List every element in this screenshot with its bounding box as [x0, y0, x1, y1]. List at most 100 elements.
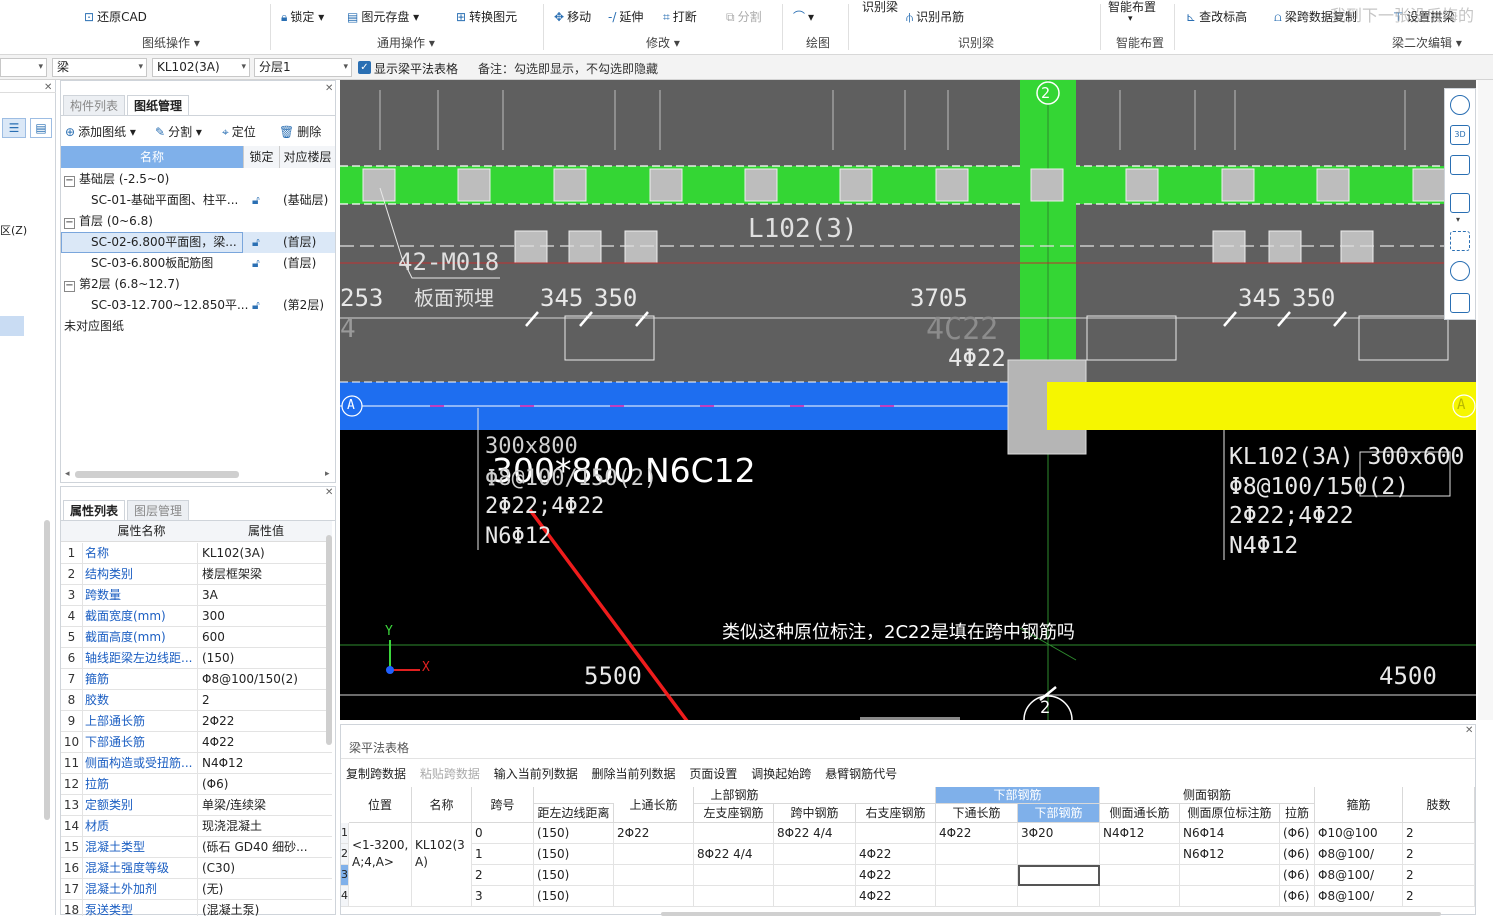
scroll-right-icon[interactable]: ▸	[325, 469, 330, 479]
table-cell-bthru[interactable]: 4Φ22	[936, 823, 1018, 844]
table-cell-left[interactable]	[694, 886, 774, 907]
unlock-icon[interactable]: 🔓︎	[252, 232, 260, 253]
convert-element-button[interactable]: ⊞ 转换图元	[456, 8, 517, 25]
table-cell-stir[interactable]: Φ8@100/	[1315, 886, 1403, 907]
element-name-combo[interactable]: KL102(3A) ▾	[152, 58, 250, 77]
column-header-bot-through[interactable]: 下通长筋	[936, 804, 1018, 823]
element-type-combo[interactable]: 梁 ▾	[52, 58, 147, 77]
column-header-legs[interactable]: 肢数	[1403, 787, 1475, 823]
property-value[interactable]: (C30)	[202, 858, 330, 878]
property-scrollbar[interactable]	[326, 535, 332, 745]
property-value[interactable]: 楼层框架梁	[202, 564, 330, 584]
drawing-ops-group[interactable]: 图纸操作 ▾	[142, 34, 200, 51]
property-row[interactable]: 10 下部通长筋 4Φ22	[61, 732, 332, 753]
table-cell-span[interactable]: 1	[472, 844, 534, 865]
table-cell-tie[interactable]: (Φ6)	[1280, 823, 1315, 844]
list-view-icon[interactable]: ☰	[2, 118, 26, 138]
column-header-span[interactable]: 跨号	[472, 787, 534, 823]
move-button[interactable]: ✥ 移动	[554, 8, 591, 25]
tab-layer-management[interactable]: 图层管理	[127, 500, 190, 520]
cantilever-code-button[interactable]: 悬臂钢筋代号	[825, 767, 897, 781]
tree-group-row[interactable]: − 基础层 (-2.5~0)	[61, 169, 335, 190]
property-row[interactable]: 12 拉筋 (Φ6)	[61, 774, 332, 795]
extend-button[interactable]: -/延伸	[608, 8, 643, 25]
table-cell-sthru[interactable]	[1100, 865, 1180, 886]
table-cell-top[interactable]	[614, 865, 694, 886]
copy-span-button[interactable]: 复制跨数据	[346, 767, 406, 781]
tree-drawing-row-selected[interactable]: SC-02-6.800平面图，梁... 🔓︎ (首层)	[61, 232, 335, 253]
cube-view-icon[interactable]	[1450, 193, 1470, 213]
split-button[interactable]: ⧉ 分割	[726, 8, 762, 25]
smart-layout-dropdown-icon[interactable]: ▾	[1128, 14, 1133, 24]
common-ops-group[interactable]: 通用操作 ▾	[377, 34, 435, 51]
table-cell-tie[interactable]: (Φ6)	[1280, 886, 1315, 907]
smart-layout-button[interactable]: 智能布置	[1108, 0, 1156, 15]
table-cell-left[interactable]	[694, 865, 774, 886]
property-value[interactable]: 2Φ22	[202, 711, 330, 731]
break-button[interactable]: ⌗ 打断	[663, 8, 697, 25]
property-value[interactable]: 3A	[202, 585, 330, 605]
column-header-position[interactable]: 位置	[349, 787, 412, 823]
table-cell-bthru[interactable]	[936, 865, 1018, 886]
table-cell-sorig[interactable]	[1180, 886, 1280, 907]
table-cell-legs[interactable]: 2	[1403, 886, 1475, 907]
check-elevation-button[interactable]: ⊾ 查改标高	[1186, 8, 1247, 25]
tab-drawing-management[interactable]: 图纸管理	[127, 95, 190, 115]
input-column-button[interactable]: 输入当前列数据	[494, 767, 578, 781]
property-value[interactable]: KL102(3A)	[202, 543, 330, 563]
tree-unassigned-row[interactable]: 未对应图纸	[61, 316, 335, 337]
property-row[interactable]: 6 轴线距梁左边线距... (150)	[61, 648, 332, 669]
floor-combo[interactable]: ▾	[0, 58, 47, 77]
detail-view-icon[interactable]: ▤	[30, 118, 52, 138]
tab-component-list[interactable]: 构件列表	[63, 95, 126, 115]
box-view-icon[interactable]	[1450, 155, 1470, 175]
table-cell-bbar[interactable]	[1018, 865, 1100, 886]
tree-group-row[interactable]: − 第2层 (6.8~12.7)	[61, 274, 335, 295]
close-icon[interactable]: ✕	[325, 83, 333, 94]
scroll-left-icon[interactable]: ◂	[65, 469, 70, 479]
3d-view-icon[interactable]: 3D	[1450, 125, 1470, 145]
property-row[interactable]: 7 箍筋 Φ8@100/150(2)	[61, 669, 332, 690]
swap-start-span-button[interactable]: 调换起始跨	[751, 767, 811, 781]
close-icon[interactable]: ✕	[325, 487, 333, 498]
property-row[interactable]: 16 混凝土强度等级 (C30)	[61, 858, 332, 879]
unlock-icon[interactable]: 🔓︎	[252, 190, 260, 211]
table-cell-tie[interactable]: (Φ6)	[1280, 844, 1315, 865]
table-cell-span[interactable]: 0	[472, 823, 534, 844]
property-row[interactable]: 9 上部通长筋 2Φ22	[61, 711, 332, 732]
property-row[interactable]: 4 截面宽度(mm) 300	[61, 606, 332, 627]
property-row[interactable]: 17 混凝土外加剂 (无)	[61, 879, 332, 900]
property-value[interactable]: 4Φ22	[202, 732, 330, 752]
orbit-icon[interactable]	[1450, 95, 1470, 115]
layer-combo[interactable]: 分层1 ▾	[254, 58, 352, 77]
property-value[interactable]: (150)	[202, 648, 330, 668]
lock-button[interactable]: 🔒︎ 锁定 ▾	[281, 8, 324, 25]
table-cell-sorig[interactable]: N6Φ12	[1180, 844, 1280, 865]
table-cell-legs[interactable]: 2	[1403, 844, 1475, 865]
table-cell-dist[interactable]: (150)	[534, 844, 614, 865]
modify-group[interactable]: 修改 ▾	[646, 34, 680, 51]
property-row[interactable]: 3 跨数量 3A	[61, 585, 332, 606]
table-cell-right[interactable]: 4Φ22	[856, 844, 936, 865]
cell-position[interactable]: <1-3200,A;4,A>	[349, 823, 412, 907]
close-icon[interactable]: ✕	[1465, 725, 1473, 736]
table-cell-sthru[interactable]	[1100, 886, 1180, 907]
add-drawing-button[interactable]: ⊕ 添加图纸 ▾	[65, 123, 136, 140]
property-row[interactable]: 11 侧面构造或受扭筋... N4Φ12	[61, 753, 332, 774]
table-cell-bthru[interactable]	[936, 844, 1018, 865]
property-value[interactable]: 300	[202, 606, 330, 626]
show-table-checkbox[interactable]: ✓	[358, 61, 371, 74]
property-row[interactable]: 2 结构类别 楼层框架梁	[61, 564, 332, 585]
column-header-stirrup[interactable]: 箍筋	[1315, 787, 1403, 823]
collapse-icon[interactable]: −	[64, 218, 75, 229]
table-cell-top[interactable]: 2Φ22	[614, 823, 694, 844]
save-element-button[interactable]: ▤ 图元存盘 ▾	[347, 8, 419, 25]
property-row[interactable]: 13 定额类别 单梁/连续梁	[61, 795, 332, 816]
property-row[interactable]: 1 名称 KL102(3A)	[61, 543, 332, 564]
stub-scrollbar[interactable]	[44, 520, 50, 820]
table-cell-right[interactable]: 4Φ22	[856, 886, 936, 907]
column-header-left-dist[interactable]: 距左边线距离	[534, 804, 614, 823]
tree-drawing-row[interactable]: SC-03-6.800板配筋图 🔓︎ (首层)	[61, 253, 335, 274]
unlock-icon[interactable]: 🔓︎	[252, 253, 260, 274]
table-cell-mid[interactable]: 8Φ22 4/4	[774, 823, 856, 844]
